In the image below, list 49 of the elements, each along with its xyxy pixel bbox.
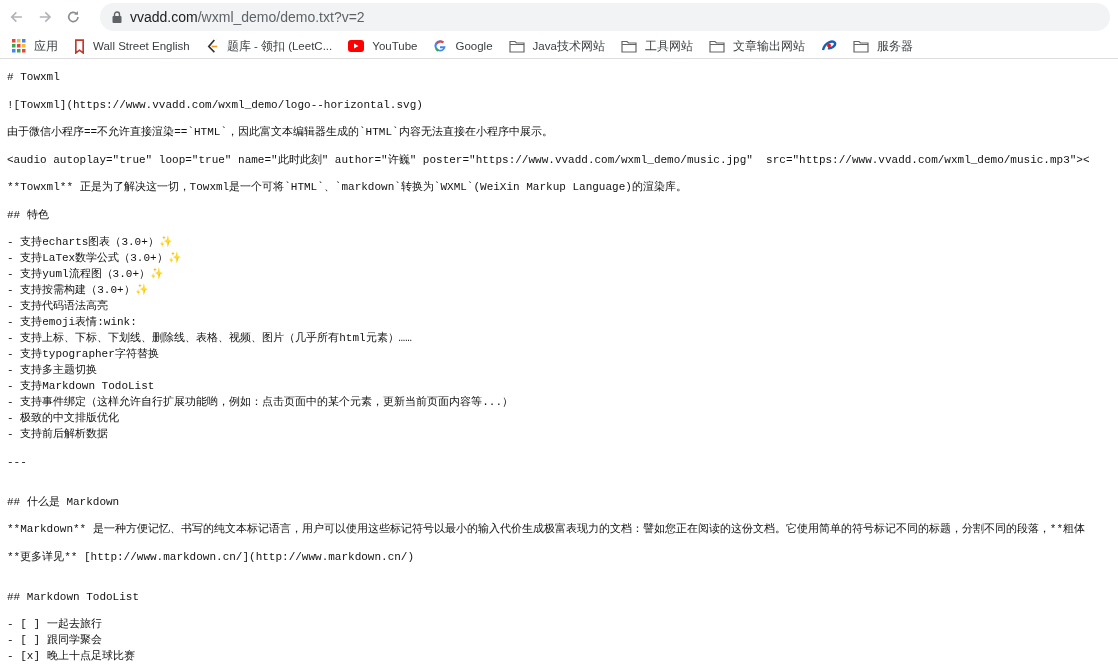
text-line: - [ ] 跟同学聚会 — [7, 633, 103, 648]
text-line: - 支持echarts图表（3.0+）✨ — [7, 235, 174, 250]
text-line: - [x] 晚上十点足球比赛 — [7, 649, 136, 664]
text-line: ## Markdown TodoList — [7, 589, 141, 605]
text-line: **更多详见** [http://www.markdown.cn/](http://www.markdown.cn/) — [7, 549, 416, 565]
bookmark-item[interactable]: 题库 - 领扣 (LeetC... — [205, 38, 333, 54]
lock-icon — [112, 11, 122, 23]
youtube-icon — [348, 40, 365, 52]
bookmark-item[interactable]: YouTube — [348, 40, 418, 52]
bookmark-item[interactable]: 工具网站 — [620, 38, 693, 54]
swirl-logo-icon — [820, 39, 837, 53]
text-line: - 支持LaTex数学公式（3.0+）✨ — [7, 251, 183, 266]
text-line: **Towxml** 正是为了解决这一切，Towxml是一个可将`HTML`、`markdown`转换为`WXML`(WeiXin Markup Language)的渲染库。 — [7, 180, 688, 195]
text-line: # Towxml — [7, 70, 61, 85]
bookmark-icon — [74, 38, 85, 54]
text-line: ## 特色 — [7, 207, 50, 223]
google-icon — [433, 39, 448, 53]
bookmark-item[interactable]: 应用 — [12, 38, 58, 54]
text-line: <audio autoplay="true" loop="true" name="此时此刻" author="许巍" poster="https://www.vvadd.com/wxml_demo/music.jpg" src="https://www.vvadd.com/wxml_demo/music.mp3">< — [7, 152, 1091, 168]
bookmark-item[interactable]: Wall Street English — [74, 38, 190, 54]
bookmark-item[interactable]: 文章输出网站 — [708, 38, 805, 54]
text-line: - 支持代码语法高亮 — [7, 299, 110, 314]
bookmark-item[interactable] — [820, 39, 837, 53]
text-line: --- — [7, 454, 28, 470]
text-line: - 支持Markdown TodoList — [7, 379, 156, 394]
bookmark-item[interactable]: 服务器 — [852, 38, 913, 54]
bookmark-item[interactable]: Google — [433, 39, 493, 53]
text-line: - 支持事件绑定（这样允许自行扩展功能哟，例如：点击页面中的某个元素，更新当前页面内容等...） — [7, 394, 514, 410]
text-line: **Markdown** 是一种方便记忆、书写的纯文本标记语言，用户可以使用这些标记符号以最小的输入代价生成极富表现力的文档：譬如您正在阅读的这份文档。它使用简单的符号标记不同的标题，分割不同的段落，**粗体 — [7, 522, 1087, 537]
folder-icon — [708, 39, 725, 53]
text-line: ## 什么是 Markdown — [7, 494, 121, 510]
url-text: vvadd.com/wxml_demo/demo.txt?v=2 — [130, 9, 365, 25]
text-line: 由于微信小程序==不允许直接渲染==`HTML`，因此富文本编辑器生成的`HTML`内容无法直接在小程序中展示。 — [7, 125, 554, 140]
folder-icon — [620, 39, 637, 53]
text-line: - 支持yuml流程图（3.0+）✨ — [7, 267, 165, 282]
bookmark-item[interactable]: Java技术网站 — [508, 38, 605, 54]
folder-icon — [852, 39, 869, 53]
text-line: - 支持前后解析数据 — [7, 427, 110, 442]
text-line: - 支持上标、下标、下划线、删除线、表格、视频、图片（几乎所有html元素）…… — [7, 330, 413, 346]
address-bar[interactable]: vvadd.com/wxml_demo/demo.txt?v=2 — [100, 3, 1110, 31]
text-line: - [ ] 一起去旅行 — [7, 617, 103, 632]
text-line: - 支持typographer字符替换 — [7, 347, 160, 362]
text-line: ![Towxml](https://www.vvadd.com/wxml_demo/logo--horizontal.svg) — [7, 97, 424, 113]
text-line: - 支持按需构建（3.0+）✨ — [7, 283, 150, 298]
text-line: - 支持多主题切换 — [7, 363, 99, 378]
text-line: - 支持emoji表情:wink: — [7, 315, 138, 330]
text-line: - 极致的中文排版优化 — [7, 411, 121, 426]
apps-grid-icon — [12, 39, 26, 53]
folder-icon — [508, 39, 525, 53]
